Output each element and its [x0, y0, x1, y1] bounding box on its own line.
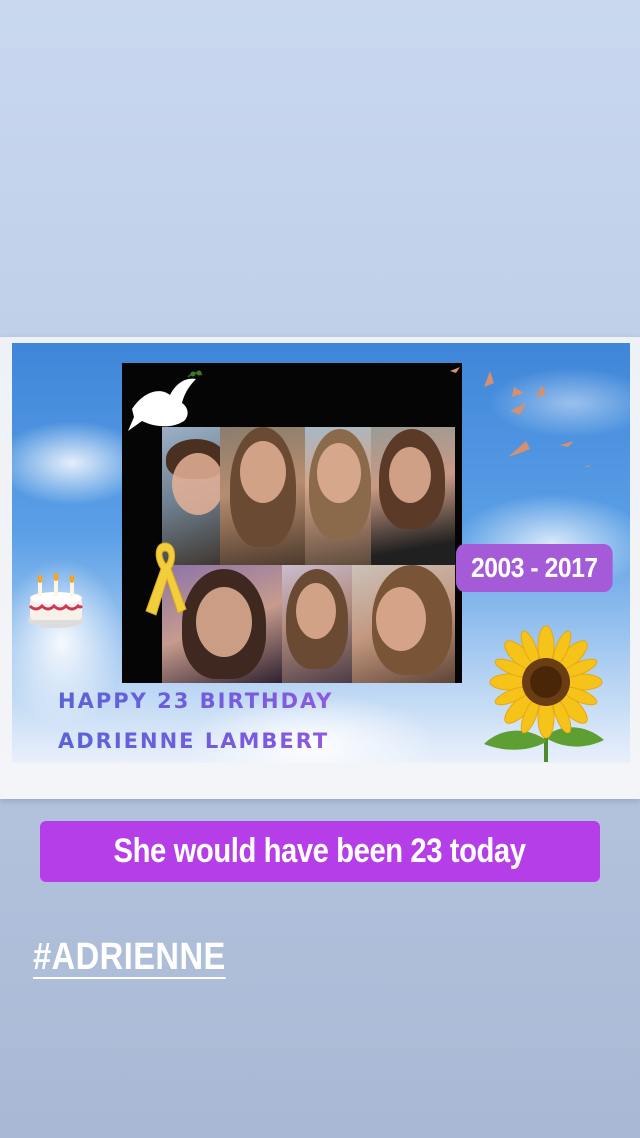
- birds-icon: [450, 367, 590, 467]
- yellow-ribbon-icon: [145, 542, 187, 616]
- photo-2: [220, 427, 305, 565]
- photo-7: [352, 565, 455, 683]
- caption-banner[interactable]: She would have been 23 today: [40, 821, 600, 882]
- caption-text: She would have been 23 today: [113, 832, 527, 870]
- dove-icon: [128, 370, 203, 431]
- sunflower-icon: [484, 625, 604, 762]
- hashtag-sticker[interactable]: #ADRIENNE: [33, 936, 226, 979]
- years-badge: 2003 - 2017: [456, 544, 613, 592]
- photo-6: [282, 565, 352, 683]
- photo-3: [305, 427, 375, 565]
- birthday-cake-icon: [28, 573, 84, 628]
- birthday-line-1: HAPPY 23 BIRTHDAY: [58, 689, 488, 713]
- memorial-card: 2003 - 2017 HAPPY 23 BIRTHDAY ADRIENNE L…: [0, 337, 640, 799]
- birthday-line-2: ADRIENNE LAMBERT: [58, 729, 488, 753]
